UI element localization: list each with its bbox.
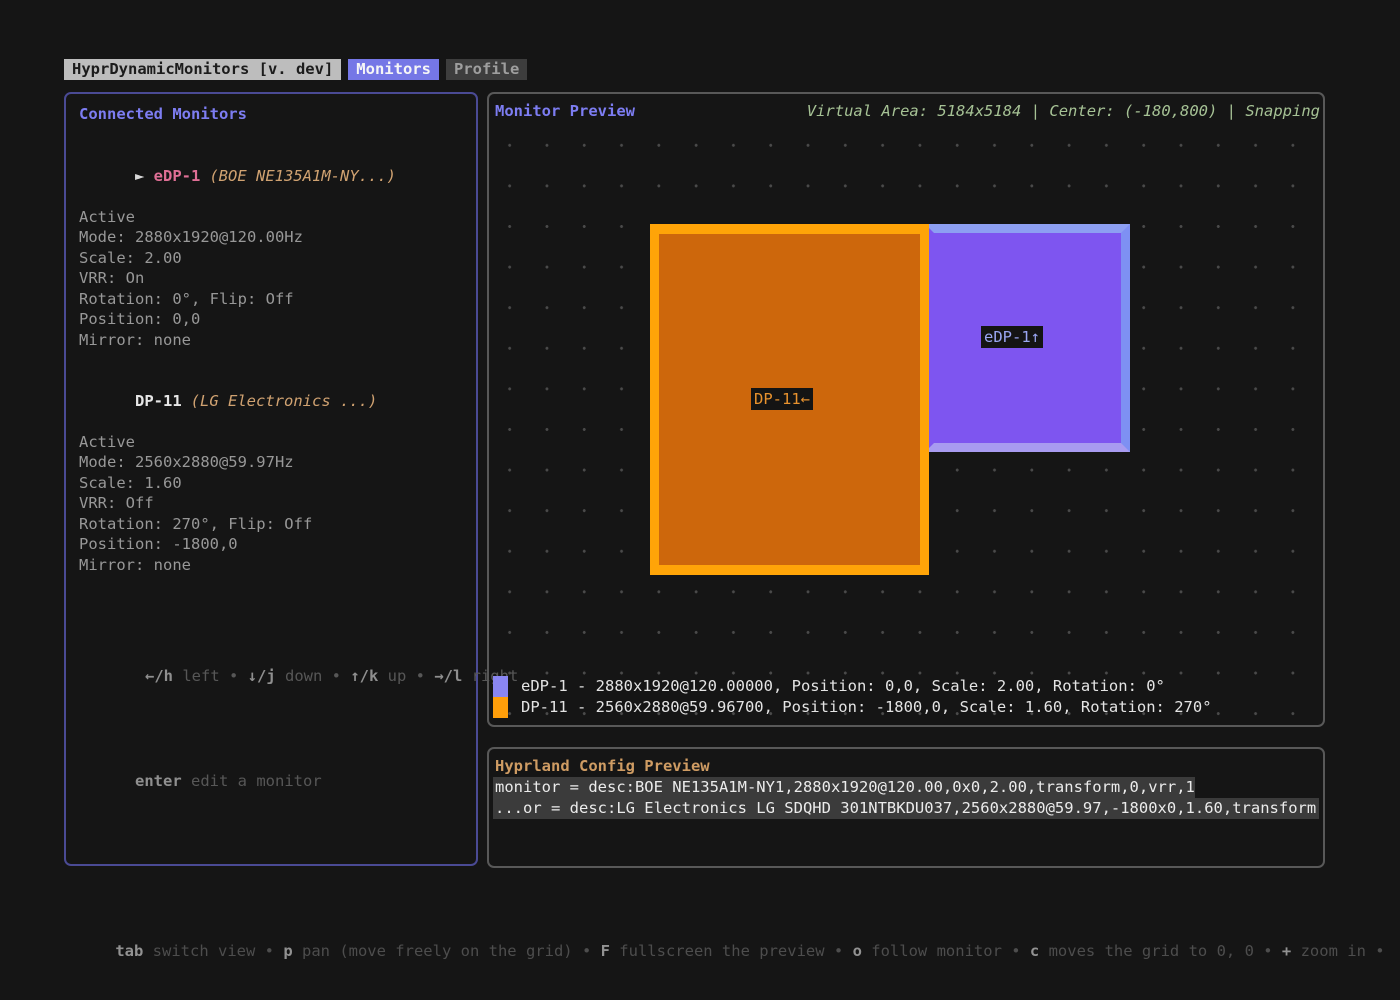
monitor-mode: Mode: 2880x1920@120.00Hz [79, 227, 463, 248]
monitor-preview-panel: Monitor Preview Virtual Area: 5184x5184 … [487, 92, 1325, 727]
config-line-2: ...or = desc:LG Electronics LG SDQHD 301… [493, 798, 1319, 819]
monitor-mirror: Mirror: none [79, 555, 463, 576]
virtual-area-status: Virtual Area: 5184x5184 | Center: (-180,… [807, 101, 1320, 122]
legend-text-dp11: DP-11 - 2560x2880@59.96700, Position: -1… [521, 697, 1212, 718]
config-line-1: monitor = desc:BOE NE135A1M-NY1,2880x192… [493, 777, 1195, 798]
monitor-scale: Scale: 2.00 [79, 248, 463, 269]
monitor-scale: Scale: 1.60 [79, 473, 463, 494]
monitor-device-description: (BOE NE135A1M-NY...) [209, 167, 396, 185]
keyhint-down-desc: down • [276, 667, 351, 685]
help-pan-desc: pan (move freely on the grid) • [293, 942, 601, 960]
keyhint-down-key: ↓/j [248, 667, 276, 685]
keyhint-right-key: →/l [434, 667, 462, 685]
monitor-preview-title: Monitor Preview [495, 101, 635, 122]
help-follow-desc: follow monitor • [862, 942, 1030, 960]
monitor-mirror: Mirror: none [79, 330, 463, 351]
legend-row-dp11: DP-11 - 2560x2880@59.96700, Position: -1… [493, 697, 1212, 718]
help-pan-key: p [283, 942, 292, 960]
tab-bar: HyprDynamicMonitors [v. dev] Monitors Pr… [64, 59, 527, 80]
preview-legend: eDP-1 - 2880x1920@120.00000, Position: 0… [493, 676, 1212, 718]
preview-monitor-dp11-label: DP-11← [751, 388, 813, 410]
monitor-mode: Mode: 2560x2880@59.97Hz [79, 452, 463, 473]
help-zoomin-desc: zoom in • [1291, 942, 1384, 960]
tab-monitors[interactable]: Monitors [348, 59, 439, 80]
left-panel-keybindings: ←/h left • ↓/j down • ↑/k up • →/l right… [79, 603, 463, 855]
monitor-name: eDP-1 [154, 167, 201, 185]
preview-monitor-edp1[interactable]: eDP-1↑ [925, 224, 1130, 452]
selection-arrow-icon: ► [135, 167, 154, 185]
legend-swatch-dp11 [493, 697, 508, 718]
hyprland-config-panel: Hyprland Config Preview monitor = desc:B… [487, 747, 1325, 868]
help-tab-desc: switch view • [143, 942, 283, 960]
monitor-status: Active [79, 207, 463, 228]
help-center-key: c [1030, 942, 1039, 960]
app-title: HyprDynamicMonitors [v. dev] [64, 59, 341, 80]
legend-swatch-edp1 [493, 676, 508, 697]
monitor-rotation: Rotation: 0°, Flip: Off [79, 289, 463, 310]
keyhint-up-key: ↑/k [350, 667, 378, 685]
monitor-vrr: VRR: Off [79, 493, 463, 514]
preview-monitor-dp11[interactable]: DP-11← [650, 224, 929, 575]
keyhint-up-desc: up • [378, 667, 434, 685]
monitor-vrr: VRR: On [79, 268, 463, 289]
monitor-position: Position: 0,0 [79, 309, 463, 330]
help-line-1: tab switch view • p pan (move freely on … [78, 920, 1378, 983]
global-keybindings-help: tab switch view • p pan (move freely on … [78, 878, 1378, 1000]
legend-row-edp1: eDP-1 - 2880x1920@120.00000, Position: 0… [493, 676, 1212, 697]
monitor-position: Position: -1800,0 [79, 534, 463, 555]
help-follow-key: o [853, 942, 862, 960]
keyhint-left-desc: left • [173, 667, 248, 685]
keyhint-left-key: ←/h [145, 667, 173, 685]
connected-monitors-panel: Connected Monitors ► eDP-1 (BOE NE135A1M-… [64, 92, 478, 866]
monitor-list-item-edp1[interactable]: ► eDP-1 (BOE NE135A1M-NY...) Active Mode:… [79, 145, 463, 350]
monitor-list-item-dp11[interactable]: DP-11 (LG Electronics ...) Active Mode: 2… [79, 370, 463, 575]
help-zoomin-key: + [1282, 942, 1291, 960]
help-center-desc: moves the grid to 0, 0 • [1039, 942, 1282, 960]
config-panel-title: Hyprland Config Preview [493, 756, 1319, 777]
preview-monitor-edp1-label: eDP-1↑ [981, 326, 1043, 348]
keyhint-enter-key: enter [135, 772, 182, 790]
monitor-name: DP-11 [135, 392, 182, 410]
keyhint-enter-desc: edit a monitor [182, 772, 322, 790]
legend-text-edp1: eDP-1 - 2880x1920@120.00000, Position: 0… [521, 676, 1165, 697]
monitor-device-description: (LG Electronics ...) [191, 392, 378, 410]
monitor-status: Active [79, 432, 463, 453]
connected-monitors-title: Connected Monitors [79, 104, 463, 125]
help-fullscreen-desc: fullscreen the preview • [610, 942, 853, 960]
help-fullscreen-key: F [601, 942, 610, 960]
tab-profile[interactable]: Profile [446, 59, 527, 80]
monitor-rotation: Rotation: 270°, Flip: Off [79, 514, 463, 535]
help-tab-key: tab [115, 942, 143, 960]
